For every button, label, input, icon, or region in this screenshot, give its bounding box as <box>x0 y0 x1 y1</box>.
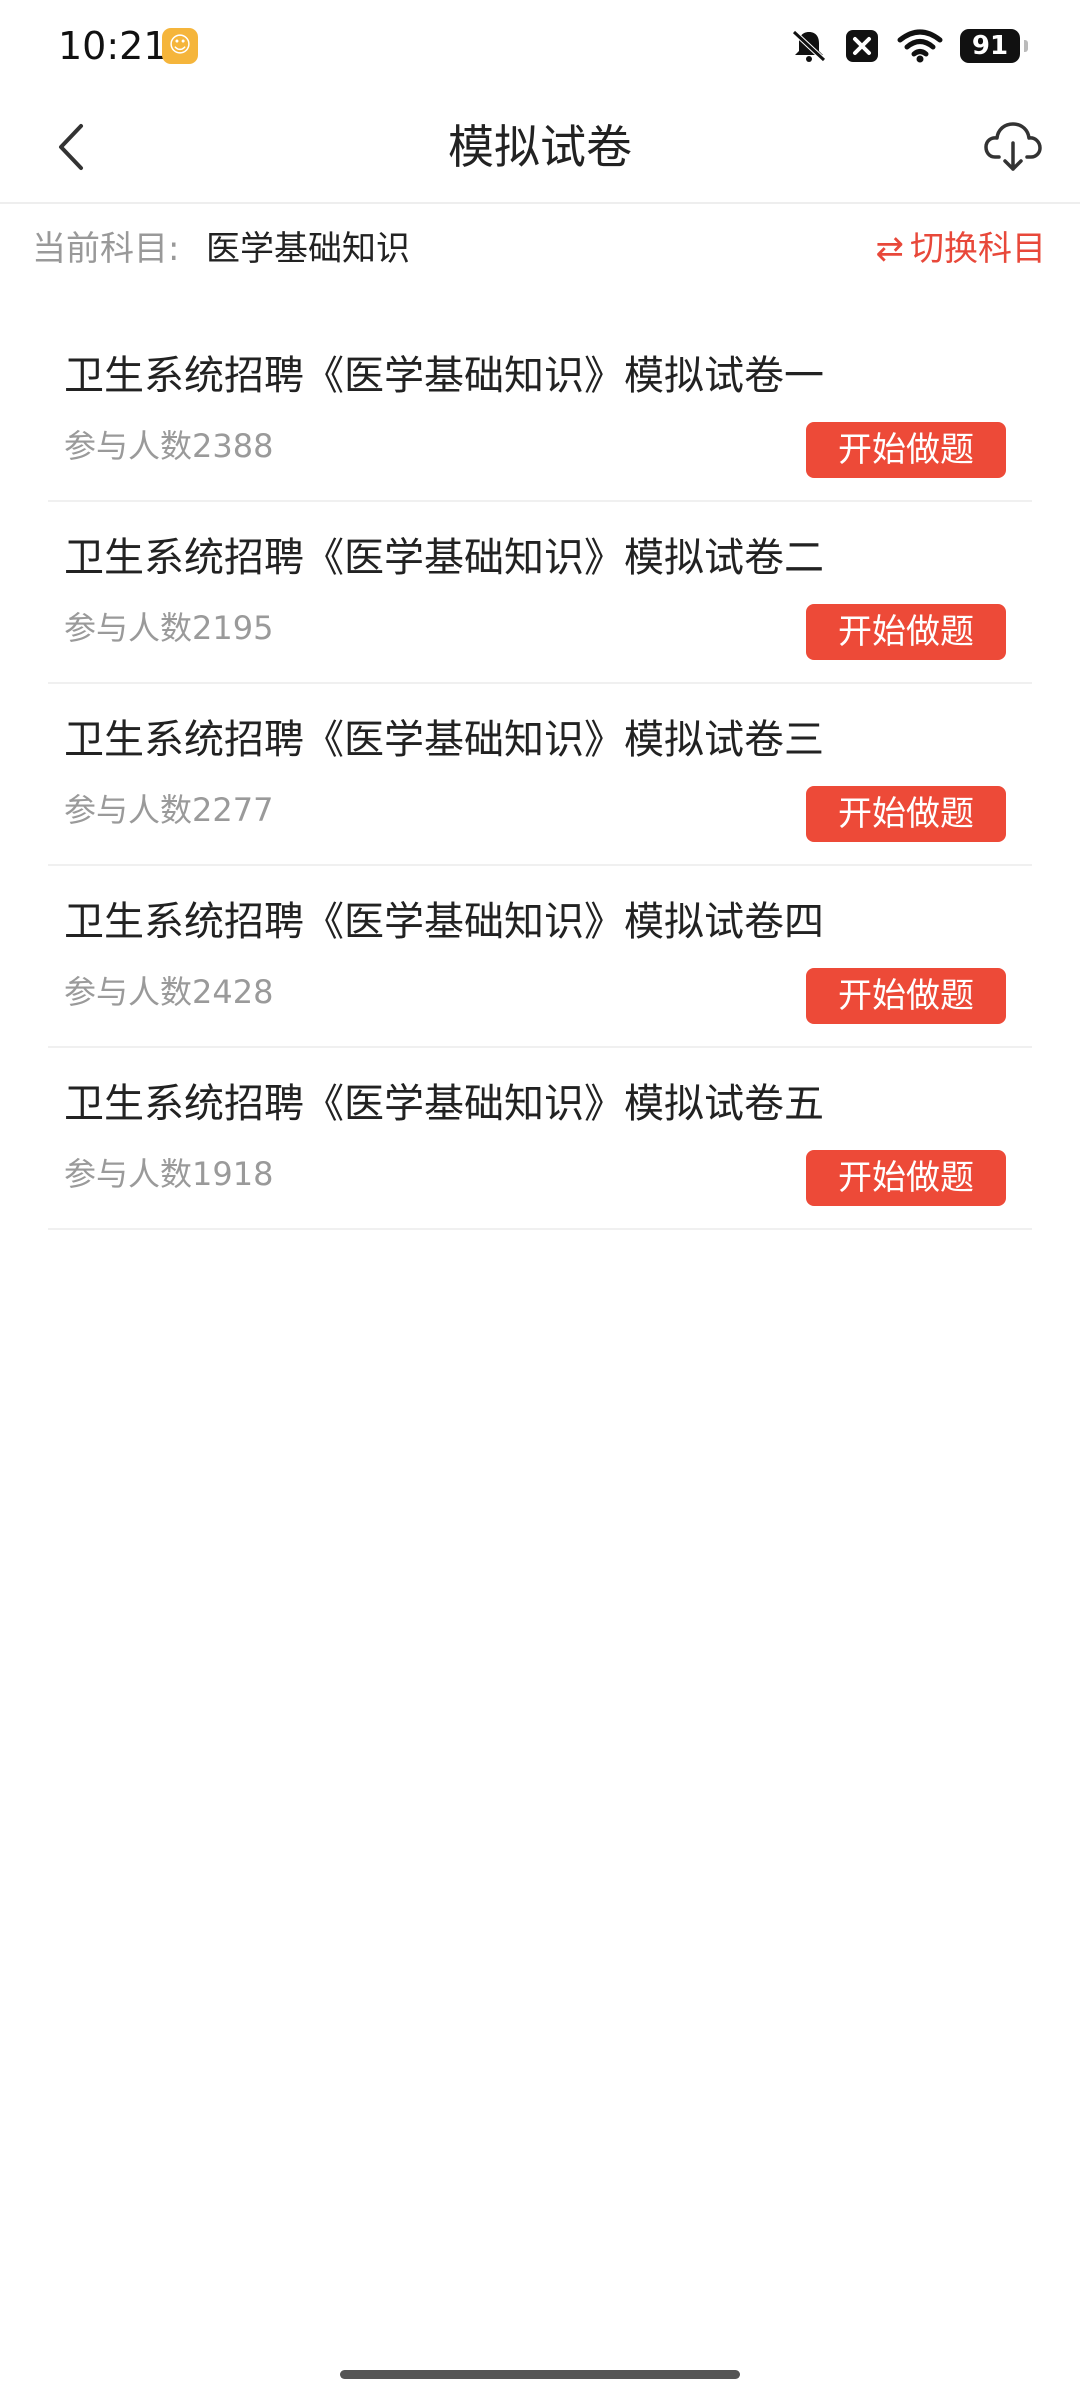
list-item[interactable]: 卫生系统招聘《医学基础知识》模拟试卷三 参与人数2277 开始做题 <box>48 684 1032 866</box>
cloud-download-icon <box>984 122 1042 171</box>
subject-label: 当前科目: <box>32 229 180 269</box>
subject-value: 医学基础知识 <box>206 229 410 269</box>
paper-title: 卫生系统招聘《医学基础知识》模拟试卷五 <box>64 1081 824 1127</box>
close-notification-icon <box>846 30 878 62</box>
paper-title: 卫生系统招聘《医学基础知识》模拟试卷四 <box>64 899 824 945</box>
participant-count: 参与人数2388 <box>64 427 274 465</box>
participant-count: 参与人数2277 <box>64 791 274 829</box>
wifi-icon <box>897 29 943 63</box>
subject-bar: 当前科目: 医学基础知识 ⇄ 切换科目 <box>0 204 1080 294</box>
start-button[interactable]: 开始做题 <box>806 786 1006 842</box>
switch-subject-button[interactable]: ⇄ 切换科目 <box>876 204 1047 294</box>
list-item[interactable]: 卫生系统招聘《医学基础知识》模拟试卷五 参与人数1918 开始做题 <box>48 1048 1032 1230</box>
participant-count: 参与人数2195 <box>64 609 274 647</box>
list-item[interactable]: 卫生系统招聘《医学基础知识》模拟试卷二 参与人数2195 开始做题 <box>48 502 1032 684</box>
header: 模拟试卷 <box>0 92 1080 204</box>
participant-count: 参与人数2428 <box>64 973 274 1011</box>
paper-title: 卫生系统招聘《医学基础知识》模拟试卷一 <box>64 353 824 399</box>
start-button[interactable]: 开始做题 <box>806 422 1006 478</box>
start-button[interactable]: 开始做题 <box>806 1150 1006 1206</box>
swap-arrows-icon: ⇄ <box>875 229 905 269</box>
mute-icon <box>792 30 826 62</box>
switch-subject-label: 切换科目 <box>910 229 1046 269</box>
status-time: 10:21 <box>58 24 168 68</box>
list-item[interactable]: 卫生系统招聘《医学基础知识》模拟试卷四 参与人数2428 开始做题 <box>48 866 1032 1048</box>
battery-icon: 91 <box>960 29 1028 63</box>
start-button[interactable]: 开始做题 <box>806 604 1006 660</box>
status-bar: 10:21 ☺ 91 <box>0 0 1080 92</box>
participant-count: 参与人数1918 <box>64 1155 274 1193</box>
paper-list: 卫生系统招聘《医学基础知识》模拟试卷一 参与人数2388 开始做题 卫生系统招聘… <box>48 320 1032 1230</box>
app-notification-icon: ☺ <box>162 28 198 64</box>
paper-title: 卫生系统招聘《医学基础知识》模拟试卷二 <box>64 535 824 581</box>
home-indicator[interactable] <box>340 2370 740 2379</box>
start-button[interactable]: 开始做题 <box>806 968 1006 1024</box>
list-item[interactable]: 卫生系统招聘《医学基础知识》模拟试卷一 参与人数2388 开始做题 <box>48 320 1032 502</box>
page-title: 模拟试卷 <box>448 120 632 174</box>
paper-title: 卫生系统招聘《医学基础知识》模拟试卷三 <box>64 717 824 763</box>
status-icons: 91 <box>790 26 1028 66</box>
download-button[interactable] <box>974 108 1052 186</box>
